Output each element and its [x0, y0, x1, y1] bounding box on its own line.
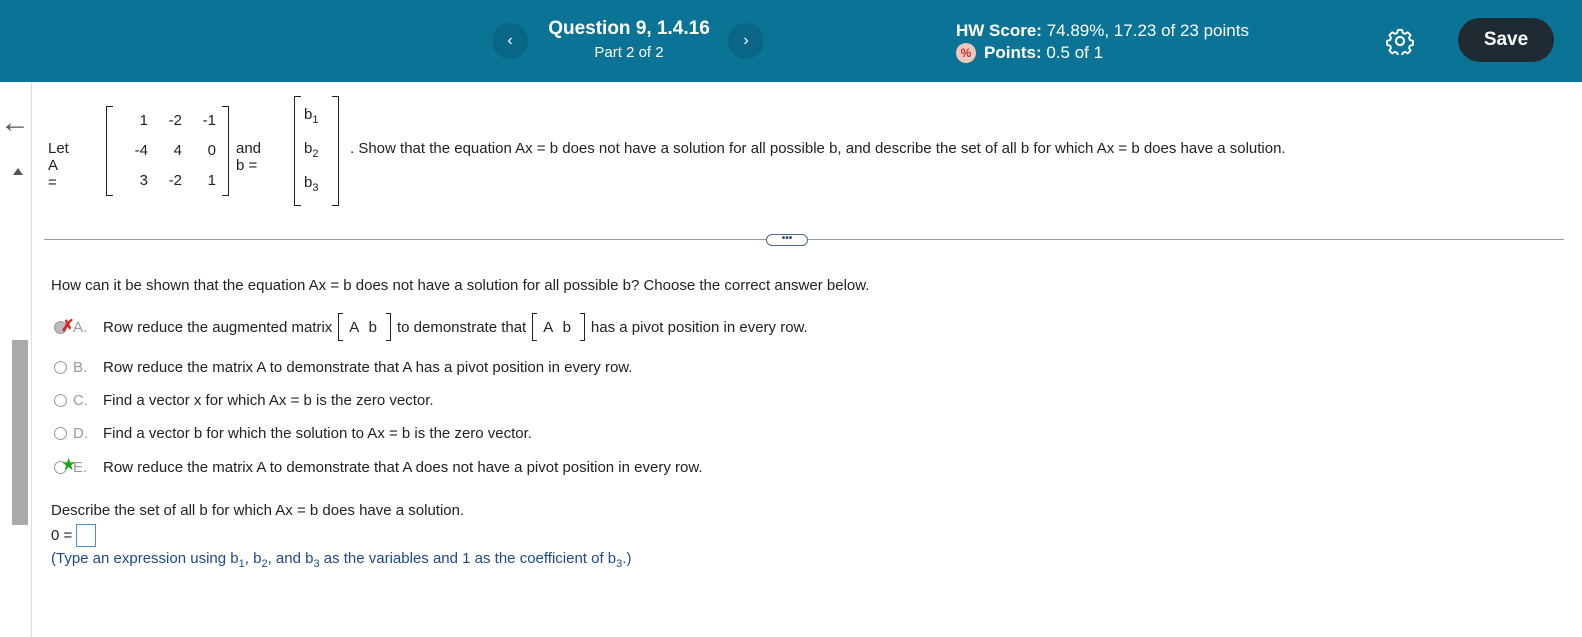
- radio-option-e[interactable]: ★: [54, 455, 76, 474]
- radio-option-b[interactable]: [54, 361, 67, 374]
- answer-row: 0 =: [51, 524, 97, 547]
- incorrect-mark-icon: ✗: [61, 317, 75, 335]
- option-c[interactable]: C. Find a vector x for which Ax = b is t…: [54, 392, 434, 409]
- option-b[interactable]: B. Row reduce the matrix A to demonstrat…: [54, 359, 632, 376]
- option-text: to demonstrate that: [396, 318, 527, 336]
- vector-b-entry: b2: [304, 140, 319, 160]
- part1-question: How can it be shown that the equation Ax…: [51, 277, 870, 294]
- scrollbar-thumb[interactable]: [12, 340, 28, 525]
- vector-b-left-bracket: [294, 96, 301, 206]
- next-question-button[interactable]: ›: [728, 23, 764, 59]
- option-letter: B.: [73, 359, 88, 376]
- answer-input[interactable]: [76, 524, 97, 547]
- matrix-a-cell: -4: [134, 142, 148, 159]
- vector-b-right-bracket: [332, 96, 339, 206]
- option-letter: D.: [73, 425, 88, 442]
- matrix-a-right-bracket: [222, 106, 229, 196]
- zero-equals-label: 0 =: [51, 527, 73, 544]
- more-options-button[interactable]: •••: [766, 234, 808, 246]
- back-arrow-icon[interactable]: ←: [0, 106, 30, 140]
- answer-hint: (Type an expression using b1, b2, and b3…: [51, 550, 632, 570]
- matrix-a-cell: 0: [207, 142, 216, 159]
- option-text: Row reduce the augmented matrix: [103, 318, 333, 336]
- radio-option-a[interactable]: ✗: [54, 318, 74, 335]
- matrix-a-left-bracket: [106, 106, 113, 196]
- vector-b-entry: b3: [304, 174, 319, 194]
- matrix-a-cell: -2: [168, 112, 182, 129]
- option-d[interactable]: D. Find a vector b for which the solutio…: [54, 425, 532, 442]
- problem-instruction: . Show that the equation Ax = b does not…: [350, 140, 1286, 157]
- question-part: Part 2 of 2: [594, 44, 664, 61]
- radio-option-d[interactable]: [54, 427, 67, 440]
- augmented-matrix: A b: [532, 313, 585, 341]
- matrix-a-cell: 4: [173, 142, 182, 159]
- sidebar-divider: [31, 82, 32, 637]
- option-letter: E.: [73, 459, 88, 476]
- option-text: Find a vector x for which Ax = b is the …: [103, 392, 434, 409]
- matrix-a-cell: 1: [207, 172, 216, 189]
- option-text: has a pivot position in every row.: [590, 318, 808, 336]
- option-text: Row reduce the matrix A to demonstrate t…: [103, 359, 633, 376]
- let-a-label: Let A =: [48, 140, 69, 191]
- option-letter: A.: [73, 318, 88, 336]
- matrix-a-cell: 1: [139, 112, 148, 129]
- hw-score: HW Score: 74.89%, 17.23 of 23 points: [956, 21, 1249, 40]
- part2-question: Describe the set of all b for which Ax =…: [51, 502, 465, 519]
- question-title: Question 9, 1.4.16: [548, 18, 710, 39]
- matrix-a-cell: -1: [202, 112, 216, 129]
- correct-star-icon: ★: [61, 455, 77, 474]
- matrix-a-cell: 3: [139, 172, 148, 189]
- option-text: Row reduce the matrix A to demonstrate t…: [103, 459, 703, 476]
- option-e[interactable]: ★ E. Row reduce the matrix A to demonstr…: [54, 455, 703, 476]
- option-a[interactable]: ✗ A. Row reduce the augmented matrix A b…: [54, 313, 808, 341]
- and-b-label: and b =: [236, 140, 262, 174]
- vector-b-entry: b1: [304, 106, 319, 126]
- save-button[interactable]: Save: [1458, 18, 1554, 62]
- settings-gear-icon[interactable]: [1386, 27, 1414, 55]
- top-bar: ‹ Question 9, 1.4.16 Part 2 of 2 › HW Sc…: [0, 0, 1582, 82]
- augmented-matrix: A b: [338, 313, 391, 341]
- radio-option-c[interactable]: [54, 394, 67, 407]
- points-display: % Points: 0.5 of 1: [956, 43, 1103, 63]
- scroll-up-icon[interactable]: [13, 168, 23, 175]
- matrix-a-cell: -2: [168, 172, 182, 189]
- option-letter: C.: [73, 392, 88, 409]
- partial-credit-icon: %: [956, 43, 976, 63]
- option-text: Find a vector b for which the solution t…: [103, 425, 532, 442]
